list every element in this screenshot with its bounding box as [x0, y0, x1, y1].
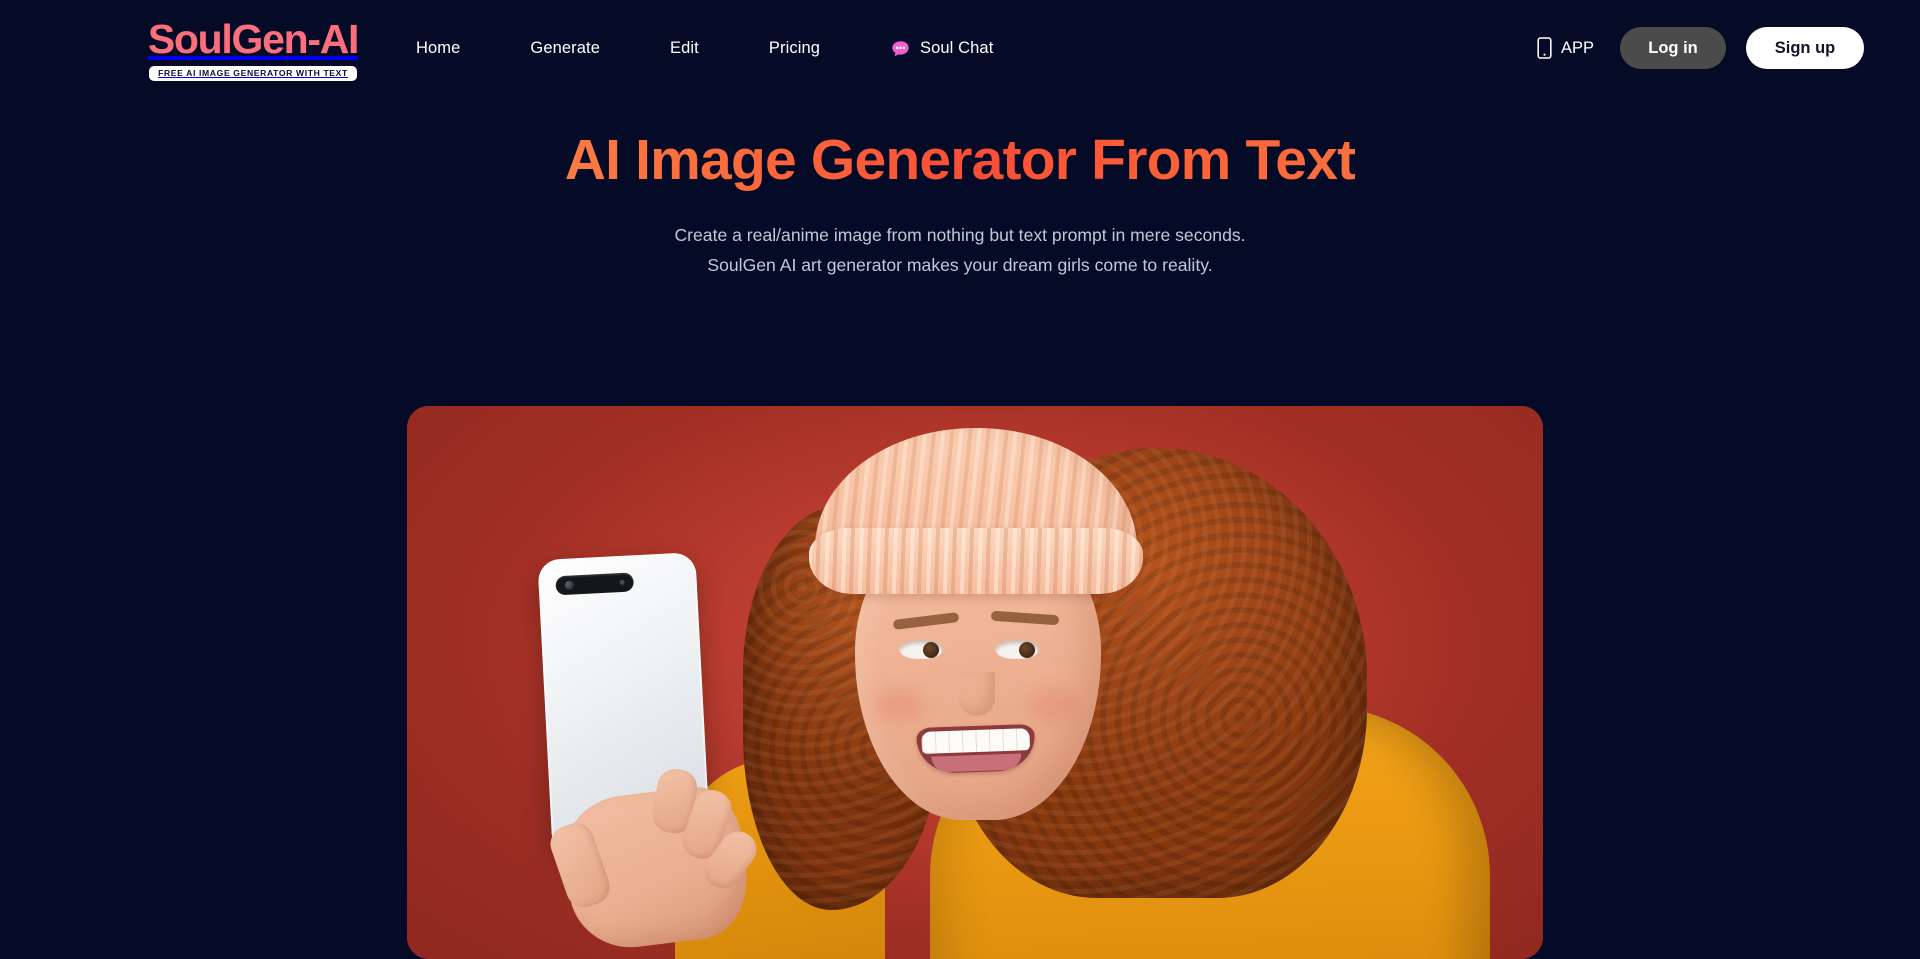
site-header: SoulGen-AI FREE AI IMAGE GENERATOR WITH …	[0, 0, 1920, 96]
page-title: AI Image Generator From Text	[564, 128, 1356, 192]
nav-label-edit: Edit	[670, 38, 699, 57]
hero-image	[407, 406, 1543, 959]
hero-subtitle-line-2: SoulGen AI art generator makes your drea…	[707, 255, 1213, 276]
app-link-label: APP	[1560, 38, 1594, 57]
teeth	[921, 728, 1031, 754]
nav-label-soul-chat: Soul Chat	[920, 38, 994, 57]
cheek-right	[1027, 688, 1079, 722]
nav-label-home: Home	[416, 38, 461, 57]
smiling-mouth	[916, 723, 1036, 775]
eye-left	[899, 640, 943, 659]
logo-tagline: FREE AI IMAGE GENERATOR WITH TEXT	[149, 66, 357, 81]
mobile-phone-icon	[1537, 37, 1552, 59]
thumb	[545, 818, 615, 913]
nav-label-pricing: Pricing	[768, 38, 821, 57]
lower-lip	[931, 753, 1022, 773]
hero-subtitle-line-1: Create a real/anime image from nothing b…	[674, 224, 1246, 245]
main-navigation: Home Generate Edit Pricing Soul Chat	[416, 28, 993, 69]
eyebrow-left	[892, 612, 960, 630]
site-logo[interactable]: SoulGen-AI FREE AI IMAGE GENERATOR WITH …	[140, 16, 366, 81]
eye-iris	[1019, 642, 1035, 658]
cheek-left	[873, 688, 925, 722]
nav-item-edit[interactable]: Edit	[670, 29, 699, 68]
hero-section: AI Image Generator From Text Create a re…	[0, 96, 1920, 281]
subject-hand	[545, 766, 764, 955]
photo-subject	[407, 406, 1543, 959]
phone-camera-module	[555, 572, 635, 596]
eyebrow-right	[990, 610, 1060, 626]
eye-iris	[923, 642, 939, 658]
nav-item-generate[interactable]: Generate	[530, 29, 600, 68]
logo-wordmark: SoulGen-AI	[147, 16, 360, 63]
chat-bubble-icon	[890, 39, 911, 60]
beanie-brim	[809, 528, 1143, 594]
eye-right	[995, 640, 1039, 659]
hero-subtitle: Create a real/anime image from nothing b…	[0, 220, 1920, 281]
beanie-brim-rib-texture	[809, 528, 1143, 594]
nose	[959, 672, 995, 716]
nav-item-soul-chat[interactable]: Soul Chat	[890, 28, 993, 69]
sign-up-button[interactable]: Sign up	[1746, 27, 1864, 69]
log-in-button[interactable]: Log in	[1620, 27, 1726, 69]
nav-label-generate: Generate	[530, 38, 601, 57]
header-actions: APP Log in Sign up	[1537, 27, 1864, 69]
nav-item-home[interactable]: Home	[416, 29, 460, 68]
hero-photo-illustration	[407, 406, 1543, 959]
app-download-link[interactable]: APP	[1537, 37, 1594, 59]
nav-item-pricing[interactable]: Pricing	[769, 29, 820, 68]
